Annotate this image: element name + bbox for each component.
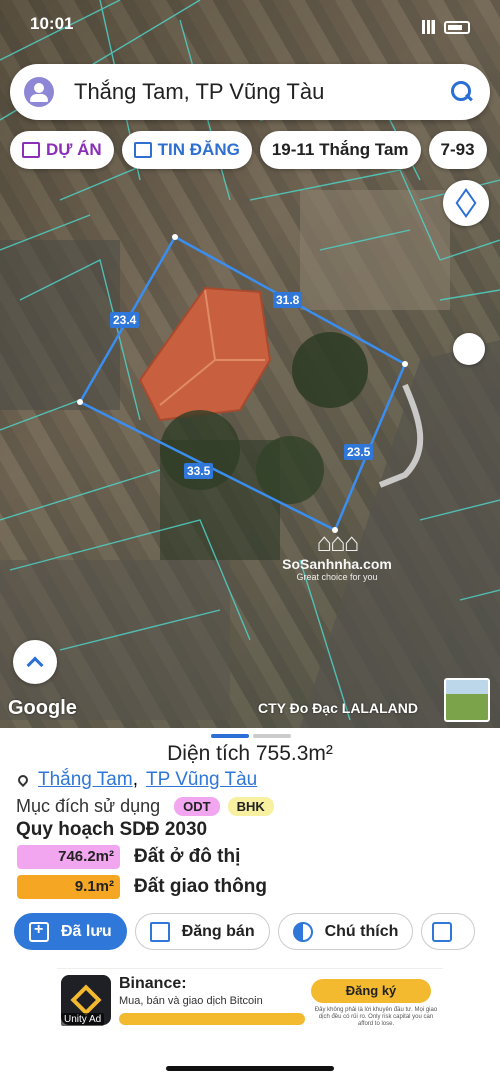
chip-address-1[interactable]: 19-11 Thắng Tam	[259, 131, 421, 169]
plan-row-traffic: 9.1m² Đất giao thông	[17, 875, 267, 899]
map-credit: CTY Đo Đạc LALALAND	[258, 700, 418, 716]
chevron-up-icon	[26, 656, 44, 674]
expand-up-button[interactable]	[13, 640, 57, 684]
land-use-tag-odt: ODT	[174, 797, 220, 816]
battery-icon	[444, 20, 470, 34]
search-input[interactable]: Thắng Tam, TP Vũng Tàu	[74, 79, 448, 105]
land-use-row: Mục đích sử dụng ODT BHK	[16, 796, 274, 817]
chip-label: DỰ ÁN	[46, 140, 102, 159]
watermark-logo-icon: ⌂⌂⌂	[316, 527, 359, 557]
land-use-label: Mục đích sử dụng	[16, 796, 161, 816]
chip-label: TIN ĐĂNG	[157, 140, 240, 159]
post-sale-label: Đăng bán	[181, 922, 255, 940]
ad-signup-button[interactable]: Đăng ký	[311, 979, 431, 1003]
post-sale-button[interactable]: Đăng bán	[134, 913, 270, 950]
watermark-brand: SoSanhnha.com	[282, 556, 392, 572]
watermark-tagline: Great choice for you	[296, 572, 378, 582]
dimension-top: 31.8	[273, 292, 303, 308]
land-use-tag-bhk: BHK	[227, 797, 274, 816]
status-icons	[422, 14, 470, 40]
dimension-bottom: 33.5	[184, 463, 214, 479]
saved-label: Đã lưu	[61, 922, 112, 940]
home-indicator[interactable]	[166, 1066, 334, 1071]
signal-icon	[422, 20, 438, 34]
layers-button[interactable]	[443, 180, 489, 226]
listing-icon	[133, 142, 152, 158]
parcel-info-sheet: Diện tích 755.3m² Thắng Tam , TP Vũng Tà…	[0, 728, 500, 1080]
map-view[interactable]: 10:01 Thắng Tam, TP Vũng Tàu DỰ ÁN TIN Đ…	[0, 0, 500, 728]
half-circle-icon	[292, 921, 313, 942]
street-view-thumbnail[interactable]	[444, 678, 490, 722]
pin-icon	[15, 772, 31, 788]
status-bar: 10:01	[30, 14, 470, 40]
location-dot-button[interactable]	[453, 333, 485, 365]
plan-label: Đất ở đô thị	[134, 846, 241, 867]
roof	[138, 286, 272, 422]
bookmark-add-icon	[29, 921, 49, 942]
plan-title: Quy hoạch SDĐ 2030	[16, 819, 208, 840]
ad-title: Binance:	[119, 975, 187, 992]
ad-banner[interactable]: Unity Ad Binance: Mua, bán và giao dịch …	[57, 968, 443, 1030]
list-icon	[149, 921, 170, 942]
dimension-right: 23.5	[344, 444, 374, 460]
camera-icon	[432, 921, 453, 942]
building-icon	[22, 142, 40, 158]
plan-row-urban: 746.2m² Đất ở đô thị	[17, 845, 240, 869]
sheet-handle[interactable]	[211, 734, 291, 738]
ward-link[interactable]: Thắng Tam	[38, 769, 133, 791]
plan-value: 746.2m²	[17, 845, 120, 869]
search-icon[interactable]	[448, 78, 476, 106]
legend-label: Chú thích	[324, 922, 399, 940]
location-separator: ,	[132, 769, 138, 790]
search-bar[interactable]: Thắng Tam, TP Vũng Tàu	[10, 64, 490, 120]
parcel-area: Diện tích 755.3m²	[167, 742, 333, 765]
filter-chips: DỰ ÁN TIN ĐĂNG 19-11 Thắng Tam 7-93	[10, 131, 487, 169]
chip-label: 19-11 Thắng Tam	[271, 140, 409, 159]
status-time: 10:01	[30, 14, 74, 33]
chip-du-an[interactable]: DỰ ÁN	[10, 131, 114, 169]
layers-icon	[455, 188, 477, 218]
chip-tin-dang[interactable]: TIN ĐĂNG	[121, 131, 252, 169]
google-logo: Google	[8, 697, 77, 719]
city-link[interactable]: TP Vũng Tàu	[146, 769, 257, 791]
chip-address-2[interactable]: 7-93	[428, 131, 487, 169]
saved-button[interactable]: Đã lưu	[14, 913, 127, 950]
legend-button[interactable]: Chú thích	[277, 913, 414, 950]
watermark: ⌂⌂⌂ SoSanhnha.com Great choice for you	[262, 528, 412, 598]
plan-label: Đất giao thông	[134, 876, 267, 897]
unity-ad-badge: Unity Ad	[61, 1013, 105, 1026]
camera-button[interactable]	[421, 913, 476, 950]
avatar[interactable]	[24, 77, 54, 107]
plan-value: 9.1m²	[17, 875, 120, 899]
dimension-left: 23.4	[110, 312, 140, 328]
action-bar: Đã lưu Đăng bán Chú thích	[14, 913, 476, 950]
location-row: Thắng Tam , TP Vũng Tàu	[15, 769, 257, 791]
chip-label: 7-93	[440, 140, 475, 159]
ad-disclaimer: Đây không phải là lời khuyên đầu tư. Mọi…	[314, 1007, 438, 1027]
ad-progress-bar	[119, 1013, 305, 1025]
ad-subtitle: Mua, bán và giao dịch Bitcoin	[119, 995, 263, 1007]
